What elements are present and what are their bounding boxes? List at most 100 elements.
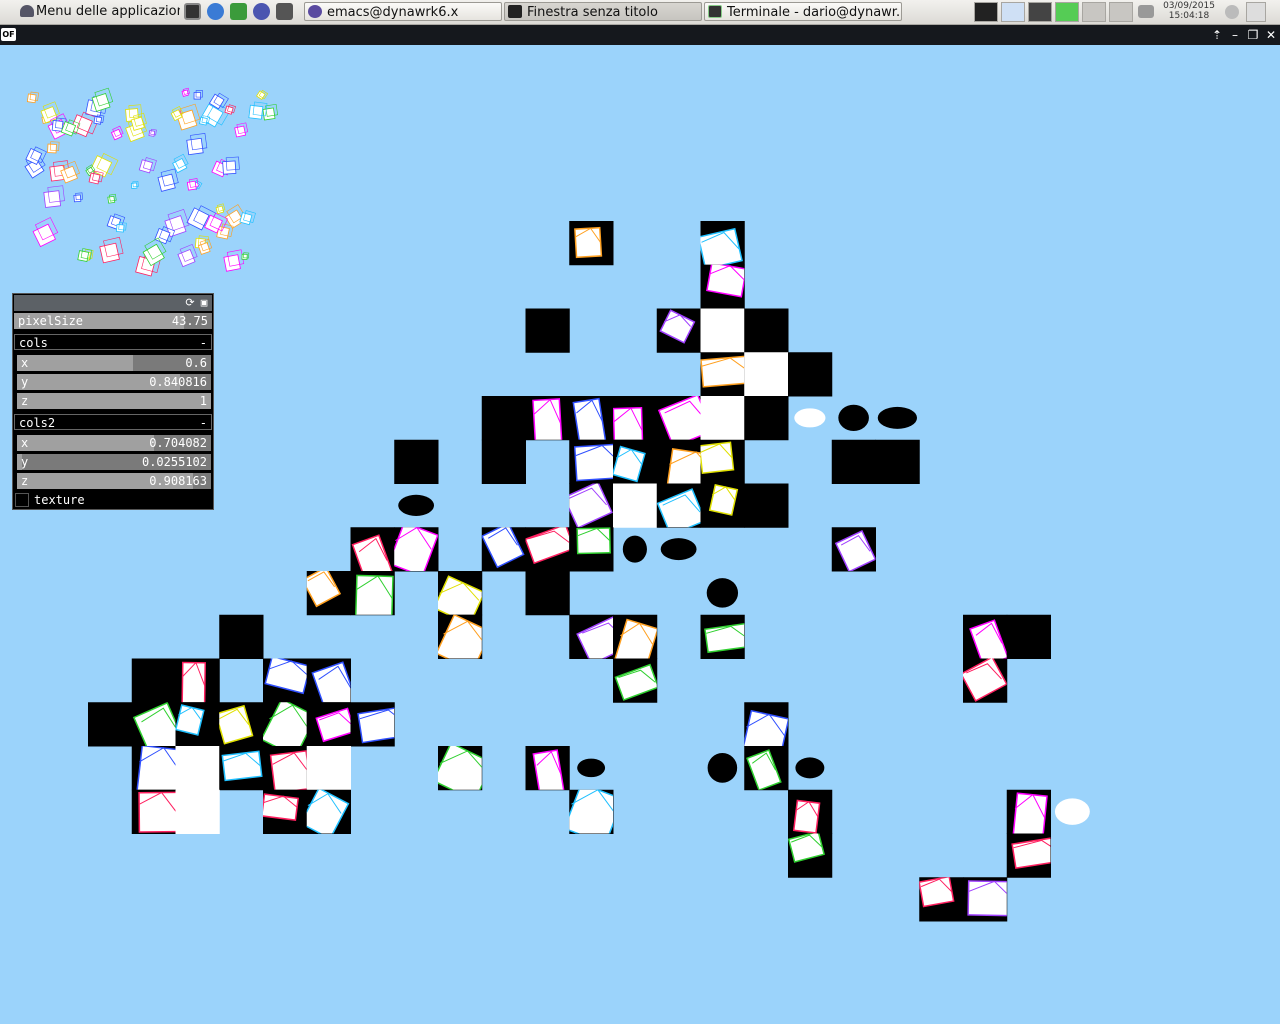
render-cell: [622, 535, 647, 563]
taskbar-window-emacs[interactable]: emacs@dynawrk6.x: [304, 2, 502, 21]
applications-menu-button[interactable]: Menu delle applicazioni: [4, 2, 180, 21]
render-cell: [700, 308, 745, 353]
taskbar: Menu delle applicazioni emacs@dynawrk6.x…: [0, 0, 1280, 25]
render-cell: [569, 221, 614, 266]
pixelated-render: [88, 221, 1090, 922]
cols-y-slider[interactable]: y 0.840816: [17, 374, 211, 390]
slider-value: 43.75: [171, 314, 208, 328]
workspace-2-browser-icon[interactable]: [1001, 2, 1025, 22]
thumbnail-cube: [107, 193, 117, 204]
slider-value: 0.0255102: [141, 455, 207, 469]
render-cell: [831, 439, 876, 484]
render-cell: [656, 483, 701, 528]
cols2-y-slider[interactable]: y 0.0255102: [17, 454, 211, 470]
network-icon[interactable]: [1138, 5, 1154, 18]
slider-value: 0.704082: [149, 436, 207, 450]
texture-toggle[interactable]: texture: [14, 492, 212, 508]
render-cell: [131, 789, 176, 834]
taskbar-window-terminal[interactable]: Terminale - dario@dynawr...: [704, 2, 902, 21]
render-cell: [744, 352, 789, 397]
cols-group-header[interactable]: cols -: [14, 334, 212, 350]
cols2-z-slider[interactable]: z 0.908163: [17, 473, 211, 489]
render-cell: [700, 352, 745, 397]
thumbnail-cube: [172, 153, 189, 174]
minimize-icon[interactable]: –: [1228, 27, 1242, 43]
restore-icon[interactable]: ❐: [1246, 27, 1260, 43]
render-cell: [1054, 798, 1090, 825]
render-cell: [963, 658, 1008, 703]
render-cell: [660, 538, 697, 561]
render-cell: [306, 789, 351, 834]
render-cell: [219, 746, 264, 791]
slider-value: 0.840816: [149, 375, 207, 389]
thumbnail-cube: [256, 89, 269, 100]
slider-label: x: [21, 436, 29, 450]
thumbnail-cube: [241, 252, 250, 260]
clock[interactable]: 03/09/2015 15:04:18: [1158, 1, 1220, 21]
workspace-6[interactable]: [1109, 2, 1133, 22]
render-cell: [350, 702, 395, 747]
render-cell: [831, 527, 876, 572]
render-cell: [875, 439, 920, 484]
collapse-toggle[interactable]: -: [200, 415, 207, 431]
render-cell: [394, 527, 439, 572]
thumbnail-cube: [99, 236, 124, 264]
quick-launch-calculator-icon[interactable]: [276, 3, 293, 20]
thumbnail-cube: [130, 180, 139, 190]
render-cell: [794, 408, 826, 428]
render-cell: [350, 571, 395, 616]
quick-launch-browser-icon[interactable]: [207, 3, 224, 20]
render-cell: [613, 658, 658, 703]
render-canvas[interactable]: [0, 45, 1280, 1024]
toggle-label: texture: [34, 493, 85, 507]
render-cell: [700, 396, 745, 441]
render-cell: [744, 483, 789, 528]
render-cell: [525, 396, 570, 441]
collapse-toggle[interactable]: -: [200, 335, 207, 351]
xfce-mouse-icon: [20, 5, 34, 17]
render-cell: [577, 758, 606, 778]
render-cell: [569, 396, 614, 441]
quick-launch-paint-icon[interactable]: [230, 3, 247, 20]
emacs-icon: [308, 5, 322, 18]
workspace-3-terminal-icon[interactable]: [1028, 2, 1052, 22]
cols-z-slider[interactable]: z 1: [17, 393, 211, 409]
taskbar-window-untitled[interactable]: Finestra senza titolo: [504, 2, 702, 21]
cols2-group-header[interactable]: cols2 -: [14, 414, 212, 430]
render-cell: [525, 746, 570, 791]
quick-launch-globe-icon[interactable]: [253, 3, 270, 20]
thumbnail-cube: [239, 210, 256, 226]
slider-label: z: [21, 394, 29, 408]
render-cell: [306, 702, 351, 747]
workspace-1-openframeworks-icon[interactable]: [974, 2, 998, 22]
thumbnail-cube: [193, 90, 203, 100]
power-icon[interactable]: [1225, 5, 1239, 19]
clock-date: 03/09/2015: [1163, 1, 1215, 11]
cols2-x-slider[interactable]: x 0.704082: [17, 435, 211, 451]
show-desktop-button[interactable]: [1246, 2, 1266, 22]
render-cell: [438, 614, 483, 659]
save-icon[interactable]: ▣: [198, 296, 210, 309]
slider-label: x: [21, 356, 29, 370]
render-cell: [788, 789, 833, 834]
pixelsize-slider[interactable]: pixelSize 43.75: [14, 313, 212, 329]
slider-label: y: [21, 375, 29, 389]
maximize-up-icon[interactable]: ⇡: [1210, 27, 1224, 43]
workspace-5[interactable]: [1082, 2, 1106, 22]
quick-launch-terminal-icon[interactable]: [184, 3, 201, 20]
cols-x-slider[interactable]: x 0.6: [17, 355, 211, 371]
workspace-4-paint-icon[interactable]: [1055, 2, 1079, 22]
close-icon[interactable]: ✕: [1264, 27, 1278, 43]
thumbnail-cube: [32, 217, 59, 248]
thumbnail-cube: [43, 185, 65, 208]
menu-label: Menu delle applicazioni: [36, 4, 180, 19]
slider-value: 1: [199, 394, 207, 408]
window-label: Terminale - dario@dynawr...: [727, 5, 902, 20]
render-cell: [394, 439, 439, 484]
thumbnail-cube: [73, 192, 83, 203]
render-cell: [707, 753, 738, 783]
render-cell: [88, 702, 133, 747]
slider-value: 0.908163: [149, 474, 207, 488]
texture-checkbox[interactable]: [15, 493, 29, 507]
reload-icon[interactable]: ⟳: [184, 296, 196, 309]
